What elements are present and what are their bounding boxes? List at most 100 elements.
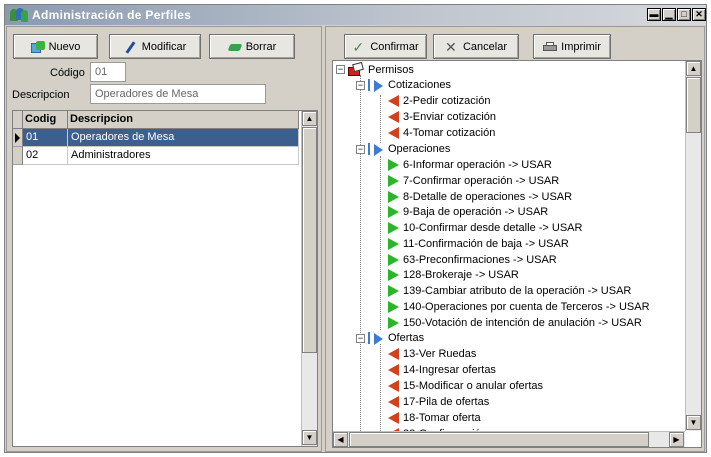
row-description: Operadores de Mesa [68,129,299,147]
tree-item-label: 11-Confirmación de baja -> USAR [403,238,569,250]
scroll-down-button[interactable]: ▼ [686,415,701,430]
table-row[interactable]: 01 Operadores de Mesa [13,129,299,147]
tree-vertical-scrollbar[interactable]: ▲ ▼ [685,61,701,431]
close-icon: ✕ [695,9,703,19]
tree-item[interactable]: 140-Operaciones por cuenta de Terceros -… [388,299,650,315]
code-field[interactable]: 01 [90,62,126,82]
tree-item[interactable]: 9-Baja de operación -> USAR [388,204,548,220]
title-bar[interactable]: Administración de Perfiles ▬ ▁ □ ✕ [5,5,706,25]
collapse-toggle[interactable]: − [336,65,345,74]
delete-button[interactable]: Borrar [209,34,295,59]
group-label: Operaciones [388,143,451,155]
flag-icon [368,142,384,156]
tree-item-label: 10-Confirmar desde detalle -> USAR [403,222,583,234]
scroll-thumb[interactable] [302,127,317,353]
group-label: Cotizaciones [388,79,451,91]
tree-horizontal-scrollbar[interactable]: ◀ ▶ [333,431,685,447]
checkmark-icon: ✓ [352,38,365,55]
edit-button[interactable]: Modificar [109,34,201,59]
profiles-panel: Nuevo Modificar Borrar Código 01 Descrip… [6,26,322,452]
tree-item[interactable]: 13-Ver Ruedas [388,346,476,362]
confirm-button[interactable]: ✓ Confirmar [344,34,427,59]
row-indicator [13,147,23,165]
tree-item[interactable]: 17-Pila de ofertas [388,394,489,410]
cancel-button[interactable]: ✕ Cancelar [433,34,519,59]
grid-header: Codig Descripcion [13,111,299,129]
tree-item-label: 3-Enviar cotización [403,111,496,123]
maximize-icon: □ [681,9,687,19]
tree-item-label: 128-Brokeraje -> USAR [403,269,519,281]
edit-button-label: Modificar [141,40,187,53]
print-button[interactable]: Imprimir [533,34,611,59]
tree-item[interactable]: 15-Modificar o anular ofertas [388,378,543,394]
tree-item[interactable]: 139-Cambiar atributo de la operación -> … [388,283,631,299]
description-field[interactable]: Operadores de Mesa [90,84,266,104]
permissions-tree: − Permisos − Cotizaciones 2-Pedir cotiza… [332,60,702,448]
scroll-left-button[interactable]: ◀ [333,432,348,447]
tree-group-ofertas[interactable]: Ofertas [368,330,424,346]
new-button[interactable]: Nuevo [13,34,98,59]
tree-item[interactable]: 2-Pedir cotización [388,93,490,109]
scroll-right-button[interactable]: ▶ [669,432,684,447]
granted-arrow-icon [388,222,399,234]
denied-arrow-icon [388,127,399,139]
tree-item-label: 18-Tomar oferta [403,412,481,424]
collapse-toggle[interactable]: − [356,145,365,154]
scroll-up-button[interactable]: ▲ [686,61,701,76]
arrow-left-icon: ◀ [337,435,344,444]
tree-item[interactable]: 3-Enviar cotización [388,109,496,125]
eraser-icon [227,41,242,53]
granted-arrow-icon [388,175,399,187]
granted-arrow-icon [388,301,399,313]
tree-group-operaciones[interactable]: Operaciones [368,141,450,157]
tree-item[interactable]: 128-Brokeraje -> USAR [388,267,519,283]
scroll-thumb[interactable] [686,77,701,133]
tree-item[interactable]: 6-Informar operación -> USAR [388,157,552,173]
tree-item[interactable]: 63-Preconfirmaciones -> USAR [388,252,557,268]
tree-item-label: 6-Informar operación -> USAR [403,159,552,171]
restore-icon: ▬ [649,9,659,19]
pencil-icon [124,40,138,54]
denied-arrow-icon [388,111,399,123]
tree-item-label: 63-Preconfirmaciones -> USAR [403,254,557,266]
scroll-down-button[interactable]: ▼ [302,430,317,445]
granted-arrow-icon [388,206,399,218]
granted-arrow-icon [388,238,399,250]
granted-arrow-icon [388,285,399,297]
table-row[interactable]: 02 Administradores [13,147,299,165]
tree-item-label: 17-Pila de ofertas [403,396,490,408]
column-header-code[interactable]: Codig [23,111,68,129]
granted-arrow-icon [388,269,399,281]
row-code: 02 [23,147,68,165]
tree-item[interactable]: 14-Ingresar ofertas [388,362,496,378]
tree-item-label: 139-Cambiar atributo de la operación -> … [403,285,632,297]
permissions-panel: ✓ Confirmar ✕ Cancelar Imprimir − Permis… [325,26,705,452]
tree-item-label: 15-Modificar o anular ofertas [403,380,544,392]
granted-arrow-icon [388,191,399,203]
tree-group-cotizaciones[interactable]: Cotizaciones [368,77,451,93]
column-header-description[interactable]: Descripcion [68,111,299,129]
users-icon [10,8,28,22]
collapse-toggle[interactable]: − [356,334,365,343]
tree-root-permisos[interactable]: Permisos [348,61,414,78]
tree-item[interactable]: 150-Votación de intención de anulación -… [388,315,642,331]
row-description: Administradores [68,147,299,165]
minimize-window-button[interactable]: ▁ [662,8,676,21]
tree-item[interactable]: 11-Confirmación de baja -> USAR [388,236,569,252]
tree-item-label: 13-Ver Ruedas [403,348,477,360]
maximize-window-button[interactable]: □ [677,8,691,21]
granted-arrow-icon [388,159,399,171]
collapse-toggle[interactable]: − [356,81,365,90]
tree-item[interactable]: 18-Tomar oferta [388,410,481,426]
grid-scrollbar[interactable]: ▲ ▼ [301,111,317,446]
tree-item[interactable]: 8-Detalle de operaciones -> USAR [388,189,572,205]
printer-icon [543,41,558,53]
tree-item[interactable]: 4-Tomar cotización [388,125,495,141]
restore-window-button[interactable]: ▬ [647,8,661,21]
tree-item[interactable]: 7-Confirmar operación -> USAR [388,173,559,189]
tree-item[interactable]: 10-Confirmar desde detalle -> USAR [388,220,582,236]
scroll-thumb[interactable] [349,432,649,447]
tree-item-label: 7-Confirmar operación -> USAR [403,175,560,187]
close-window-button[interactable]: ✕ [692,8,706,21]
scroll-up-button[interactable]: ▲ [302,111,317,126]
